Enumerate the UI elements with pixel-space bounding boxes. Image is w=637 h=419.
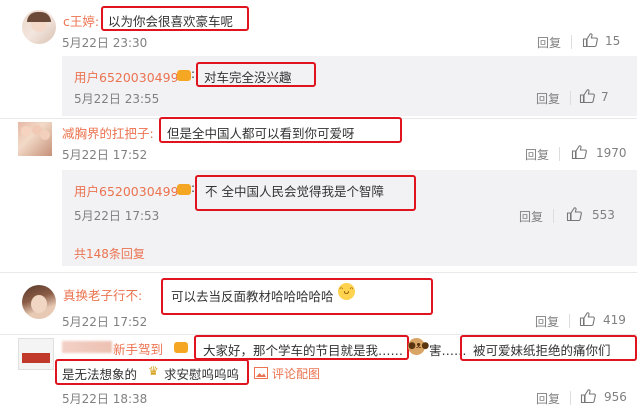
highlight-box bbox=[460, 335, 637, 361]
comment-time: 5月22日 18:38 bbox=[62, 392, 148, 406]
sub-reply-time: 5月22日 17:53 bbox=[74, 209, 160, 223]
highlight-box bbox=[161, 278, 433, 315]
vip-badge-icon bbox=[177, 184, 191, 195]
divider bbox=[559, 147, 560, 161]
divider bbox=[570, 91, 571, 105]
divider bbox=[570, 391, 571, 405]
comment-time: 5月22日 23:30 bbox=[62, 36, 148, 50]
dog-emoji-icon: ●ᴥ● bbox=[408, 338, 429, 355]
like-count: 1970 bbox=[596, 146, 627, 160]
more-replies-link[interactable]: 共148条回复 bbox=[74, 245, 145, 262]
like-count: 553 bbox=[592, 208, 615, 222]
view-image-link[interactable]: 评论配图 bbox=[272, 365, 320, 382]
divider bbox=[569, 314, 570, 328]
sub-reply-box bbox=[62, 56, 637, 116]
comment-username[interactable]: 减胸界的扛把子: bbox=[62, 123, 154, 142]
like-count: 419 bbox=[603, 313, 626, 327]
comment-username[interactable]: 真换老子行不: bbox=[63, 285, 142, 304]
highlight-box bbox=[195, 175, 416, 211]
highlight-box bbox=[194, 335, 409, 360]
reply-button[interactable]: 回复 bbox=[525, 146, 549, 163]
reply-button[interactable]: 回复 bbox=[536, 390, 560, 407]
like-count: 15 bbox=[605, 34, 621, 48]
reply-button[interactable]: 回复 bbox=[519, 208, 543, 225]
image-icon[interactable] bbox=[254, 367, 268, 379]
reply-button[interactable]: 回复 bbox=[536, 90, 560, 107]
reply-button[interactable]: 回复 bbox=[535, 313, 559, 330]
sub-reply-username[interactable]: 用户6520030499 bbox=[74, 67, 179, 86]
comment-time: 5月22日 17:52 bbox=[62, 148, 148, 162]
thumbs-up-icon[interactable] bbox=[582, 32, 598, 48]
comment-username[interactable]: 新手驾到 bbox=[113, 339, 163, 358]
divider bbox=[553, 209, 554, 223]
comment-time: 5月22日 17:52 bbox=[62, 315, 148, 329]
reply-button[interactable]: 回复 bbox=[537, 34, 561, 51]
avatar[interactable] bbox=[22, 10, 56, 44]
highlight-box bbox=[101, 6, 249, 31]
divider bbox=[571, 35, 572, 49]
thumbs-up-icon[interactable] bbox=[566, 206, 582, 222]
avatar[interactable] bbox=[22, 285, 56, 319]
comment-username[interactable]: c王婷: bbox=[63, 11, 99, 30]
like-count: 956 bbox=[604, 390, 627, 404]
thumbs-up-icon[interactable] bbox=[579, 88, 595, 104]
username-blur bbox=[62, 341, 112, 353]
highlight-box bbox=[55, 359, 249, 385]
vip-badge-icon bbox=[177, 70, 191, 81]
avatar[interactable] bbox=[18, 122, 52, 156]
sub-reply-time: 5月22日 23:55 bbox=[74, 92, 160, 106]
highlight-box bbox=[196, 62, 316, 87]
like-count: 7 bbox=[601, 90, 609, 104]
comment-divider bbox=[0, 272, 637, 273]
avatar[interactable] bbox=[18, 338, 54, 370]
thumbs-up-icon[interactable] bbox=[580, 388, 596, 404]
highlight-box bbox=[159, 117, 402, 143]
sub-reply-username[interactable]: 用户6520030499 bbox=[74, 181, 179, 200]
thumbs-up-icon[interactable] bbox=[571, 144, 587, 160]
vip-badge-icon bbox=[174, 342, 188, 353]
thumbs-up-icon[interactable] bbox=[579, 311, 595, 327]
